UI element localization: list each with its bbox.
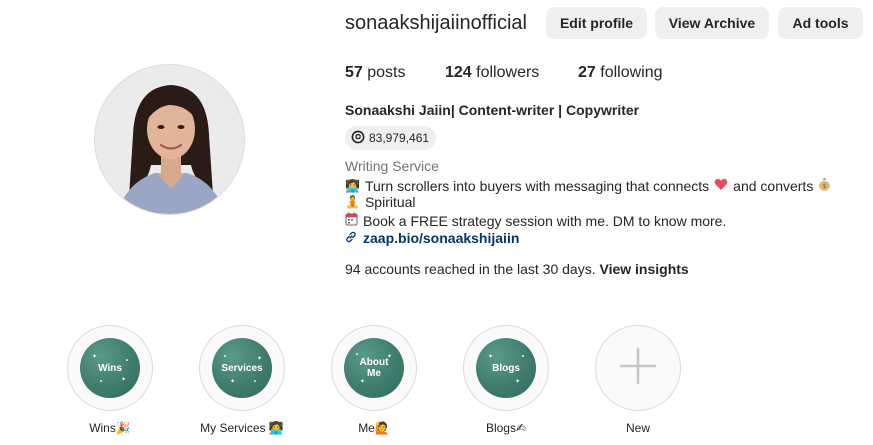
view-archive-button[interactable]: View Archive: [655, 7, 769, 39]
profile-category: Writing Service: [345, 158, 439, 174]
posts-stat: 57 posts: [345, 64, 406, 82]
highlight-cover-ring: • ✦ ✦ • Services: [199, 325, 285, 411]
profile-avatar[interactable]: [94, 64, 245, 215]
highlight-label-text: Wins: [89, 421, 116, 435]
highlight-blogs[interactable]: ✦ • ✦ Blogs Blogs✍: [463, 325, 549, 435]
avatar-photo: [95, 65, 244, 214]
bio-line-3-text: Book a FREE strategy session with me. DM…: [363, 212, 727, 229]
highlight-label: My Services 👩‍💻: [179, 421, 305, 435]
following-label: following: [600, 64, 663, 81]
highlight-cover: • ✦ ✦ • Services: [212, 338, 272, 398]
profile-full-name: Sonaakshi Jaiin| Content-writer | Copywr…: [345, 102, 640, 118]
highlight-new[interactable]: New: [595, 325, 681, 435]
edit-profile-button[interactable]: Edit profile: [546, 7, 647, 39]
highlight-label: New: [575, 421, 701, 435]
highlight-my-services[interactable]: • ✦ ✦ • Services My Services 👩‍💻: [199, 325, 285, 435]
money-bag-icon: $: [818, 177, 831, 194]
following-stat[interactable]: 27 following: [578, 64, 663, 82]
profile-page: sonaakshijaiinofficial Edit profile View…: [0, 0, 873, 445]
highlight-cover: ✦ • • ✦ Wins: [80, 338, 140, 398]
bio-line-2-text: Spiritual: [364, 194, 416, 210]
posts-label: posts: [367, 64, 406, 81]
insights-text: 94 accounts reached in the last 30 days.: [345, 261, 596, 277]
heart-icon: [714, 178, 728, 194]
writing-hand-icon: ✍: [515, 421, 527, 435]
view-insights-link[interactable]: View insights: [600, 261, 689, 277]
highlight-label-text: Blogs: [485, 421, 516, 435]
highlight-cover: ✦ • ✦ Blogs: [476, 338, 536, 398]
highlight-cover: • ✦ ✦ About Me: [344, 338, 404, 398]
highlight-cover-ring: ✦ • • ✦ Wins: [67, 325, 153, 411]
posts-count: 57: [345, 64, 363, 81]
highlight-label-text: Me: [358, 421, 375, 435]
svg-text:$: $: [823, 182, 827, 190]
highlight-label: Me🙋: [311, 421, 437, 435]
party-popper-icon: 🎉: [115, 421, 131, 435]
ad-tools-button[interactable]: Ad tools: [778, 7, 863, 39]
highlight-cover-text: Wins: [98, 362, 122, 374]
profile-link[interactable]: zaap.bio/sonaakshijaiin: [345, 230, 519, 246]
link-icon: [345, 230, 357, 246]
bio-line-1: 👩‍💻 Turn scrollers into buyers with mess…: [345, 177, 831, 194]
new-highlight-ring: [595, 325, 681, 411]
highlight-label-text: New: [625, 421, 650, 435]
plus-icon: [618, 346, 658, 391]
profile-username: sonaakshijaiinofficial: [345, 12, 527, 34]
threads-badge[interactable]: 83,979,461: [345, 126, 437, 150]
laptop-person-icon: 👩‍💻: [268, 421, 284, 435]
highlight-me[interactable]: • ✦ ✦ About Me Me🙋: [331, 325, 417, 435]
calendar-icon: [345, 212, 358, 229]
highlight-cover-text: Blogs: [492, 362, 520, 374]
highlight-label: Blogs✍: [443, 421, 569, 435]
followers-label: followers: [476, 64, 540, 81]
threads-count: 83,979,461: [369, 131, 430, 145]
highlight-label: Wins🎉: [47, 421, 173, 435]
bio-line-1-text-b: and converts: [733, 177, 814, 194]
bio-line-2: 🧘 Spiritual: [345, 194, 416, 210]
insights-row: 94 accounts reached in the last 30 days.…: [345, 261, 689, 277]
highlight-label-text: My Services: [200, 421, 266, 435]
meditation-icon: 🧘: [345, 195, 360, 209]
highlight-cover-ring: ✦ • ✦ Blogs: [463, 325, 549, 411]
followers-count: 124: [445, 64, 472, 81]
bio-line-3: Book a FREE strategy session with me. DM…: [345, 212, 726, 229]
following-count: 27: [578, 64, 596, 81]
raising-hand-icon: 🙋: [374, 421, 390, 435]
profile-link-text: zaap.bio/sonaakshijaiin: [363, 230, 520, 246]
highlight-wins[interactable]: ✦ • • ✦ Wins Wins🎉: [67, 325, 153, 435]
highlight-cover-ring: • ✦ ✦ About Me: [331, 325, 417, 411]
threads-icon: [351, 130, 365, 147]
followers-stat[interactable]: 124 followers: [445, 64, 539, 82]
laptop-person-icon: 👩‍💻: [345, 178, 360, 193]
bio-line-1-text-a: Turn scrollers into buyers with messagin…: [364, 177, 710, 194]
